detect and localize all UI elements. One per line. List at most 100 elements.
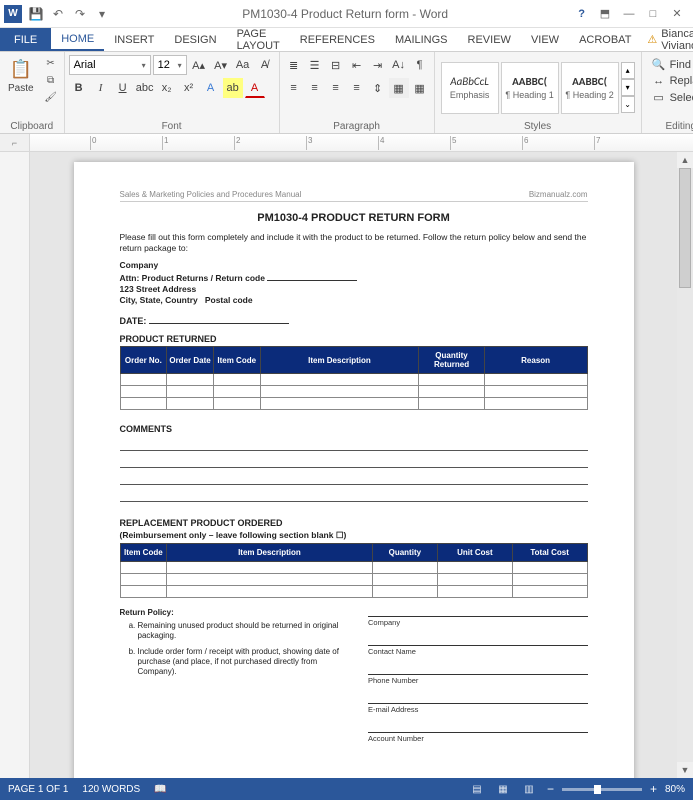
horizontal-ruler[interactable]: 01234567 xyxy=(30,134,693,151)
change-case-icon[interactable]: Aa xyxy=(233,55,253,75)
group-clipboard: 📋 Paste ✂ ⧉ 🖌 Clipboard xyxy=(0,52,65,133)
paste-button[interactable]: 📋 Paste xyxy=(4,55,38,96)
style-box[interactable]: AABBC(¶ Heading 2 xyxy=(561,62,619,114)
numbering-icon[interactable]: ☰ xyxy=(305,55,325,75)
scroll-thumb[interactable] xyxy=(679,168,691,288)
zoom-level[interactable]: 80% xyxy=(665,784,685,795)
page-scroll-area[interactable]: Sales & Marketing Policies and Procedure… xyxy=(30,152,677,778)
redo-icon[interactable]: ↷ xyxy=(70,4,90,24)
minimize-icon[interactable]: — xyxy=(617,4,641,24)
user-area[interactable]: ⚠ Bianca Viviano 👤 xyxy=(641,28,693,51)
superscript-button[interactable]: x² xyxy=(179,78,199,98)
restore-icon[interactable]: □ xyxy=(641,4,665,24)
format-painter-icon[interactable]: 🖌 xyxy=(42,89,60,105)
web-layout-icon[interactable]: ▥ xyxy=(519,781,539,797)
style-box[interactable]: AABBC(¶ Heading 1 xyxy=(501,62,559,114)
save-icon[interactable]: 💾 xyxy=(26,4,46,24)
status-page[interactable]: PAGE 1 OF 1 xyxy=(8,784,68,795)
undo-icon[interactable]: ↶ xyxy=(48,4,68,24)
zoom-slider-knob[interactable] xyxy=(594,785,601,794)
align-center-icon[interactable]: ≡ xyxy=(305,78,325,98)
tab-mailings[interactable]: MAILINGS xyxy=(385,28,458,51)
tab-home[interactable]: HOME xyxy=(51,28,104,51)
cut-icon[interactable]: ✂ xyxy=(42,55,60,71)
tab-file[interactable]: FILE xyxy=(0,28,51,51)
read-mode-icon[interactable]: ▤ xyxy=(467,781,487,797)
align-left-icon[interactable]: ≡ xyxy=(284,78,304,98)
tab-references[interactable]: REFERENCES xyxy=(290,28,385,51)
help-icon[interactable]: ? xyxy=(578,8,585,20)
group-label-styles: Styles xyxy=(439,120,637,132)
tab-view[interactable]: VIEW xyxy=(521,28,569,51)
proofing-icon[interactable]: 📖 xyxy=(154,784,166,795)
multilevel-list-icon[interactable]: ⊟ xyxy=(326,55,346,75)
doc-header-left: Sales & Marketing Policies and Procedure… xyxy=(120,190,302,199)
justify-icon[interactable]: ≡ xyxy=(347,78,367,98)
addr-street: 123 Street Address xyxy=(120,284,197,294)
strikethrough-button[interactable]: abc xyxy=(135,78,155,98)
scroll-up-icon[interactable]: ▲ xyxy=(677,152,693,168)
qat-customize-icon[interactable]: ▾ xyxy=(92,4,112,24)
font-size-value: 12 xyxy=(158,59,170,71)
replace-icon: ↔ xyxy=(652,75,666,87)
ruler-corner[interactable]: ⌐ xyxy=(0,134,30,151)
zoom-out-button[interactable]: − xyxy=(545,782,556,796)
group-label-font: Font xyxy=(69,120,275,132)
font-size-combo[interactable]: 12 ▾ xyxy=(153,55,187,75)
highlight-icon[interactable]: ab xyxy=(223,78,243,98)
bold-button[interactable]: B xyxy=(69,78,89,98)
line-spacing-icon[interactable]: ⇕ xyxy=(368,78,388,98)
chevron-down-icon: ▾ xyxy=(178,61,182,70)
doc-header: Sales & Marketing Policies and Procedure… xyxy=(120,190,588,202)
scroll-down-icon[interactable]: ▼ xyxy=(677,762,693,778)
tab-review[interactable]: REVIEW xyxy=(458,28,521,51)
warning-icon: ⚠ xyxy=(647,33,657,46)
table-replacement: Item CodeItem DescriptionQuantityUnit Co… xyxy=(120,543,588,598)
align-right-icon[interactable]: ≡ xyxy=(326,78,346,98)
font-color-icon[interactable]: A xyxy=(245,78,265,98)
ribbon-display-icon[interactable]: ⬒ xyxy=(593,4,617,24)
decrease-indent-icon[interactable]: ⇤ xyxy=(347,55,367,75)
clear-formatting-icon[interactable]: A̸ xyxy=(255,55,275,75)
borders-icon[interactable]: ▦ xyxy=(410,78,430,98)
document-page[interactable]: Sales & Marketing Policies and Procedure… xyxy=(74,162,634,778)
underline-button[interactable]: U xyxy=(113,78,133,98)
status-words[interactable]: 120 WORDS xyxy=(82,784,140,795)
ribbon: 📋 Paste ✂ ⧉ 🖌 Clipboard Arial▾ 12▾ A▴ A▾… xyxy=(0,52,693,134)
tab-acrobat[interactable]: ACROBAT xyxy=(569,28,641,51)
tab-page-layout[interactable]: PAGE LAYOUT xyxy=(227,28,290,51)
zoom-in-button[interactable]: + xyxy=(648,782,659,796)
tab-insert[interactable]: INSERT xyxy=(104,28,164,51)
copy-icon[interactable]: ⧉ xyxy=(42,72,60,88)
title-bar: W 💾 ↶ ↷ ▾ PM1030-4 Product Return form -… xyxy=(0,0,693,28)
tab-design[interactable]: DESIGN xyxy=(164,28,226,51)
increase-indent-icon[interactable]: ⇥ xyxy=(368,55,388,75)
print-layout-icon[interactable]: ▦ xyxy=(493,781,513,797)
section-product-returned: PRODUCT RETURNED xyxy=(120,334,588,344)
close-icon[interactable]: ✕ xyxy=(665,4,689,24)
sort-icon[interactable]: A↓ xyxy=(389,55,409,75)
shrink-font-icon[interactable]: A▾ xyxy=(211,55,231,75)
scroll-track[interactable] xyxy=(677,168,693,762)
style-box[interactable]: AaBbCcLEmphasis xyxy=(441,62,499,114)
zoom-slider[interactable] xyxy=(562,788,642,791)
replace-button[interactable]: ↔Replace xyxy=(648,74,693,88)
show-marks-icon[interactable]: ¶ xyxy=(410,55,430,75)
styles-scroll-down-icon[interactable]: ▾ xyxy=(621,79,635,96)
grow-font-icon[interactable]: A▴ xyxy=(189,55,209,75)
date-blank xyxy=(149,314,289,324)
find-button[interactable]: 🔍Find ▾ xyxy=(648,57,693,72)
bullets-icon[interactable]: ≣ xyxy=(284,55,304,75)
select-button[interactable]: ▭Select ▾ xyxy=(648,90,693,105)
table-product-returned: Order No.Order DateItem CodeItem Descrip… xyxy=(120,346,588,410)
vertical-ruler[interactable] xyxy=(0,152,30,778)
font-name-combo[interactable]: Arial▾ xyxy=(69,55,151,75)
vertical-scrollbar[interactable]: ▲ ▼ xyxy=(677,152,693,778)
text-effects-icon[interactable]: A xyxy=(201,78,221,98)
styles-more-icon[interactable]: ⌄ xyxy=(621,96,635,113)
subscript-button[interactable]: x₂ xyxy=(157,78,177,98)
addr-company: Company xyxy=(120,260,159,270)
italic-button[interactable]: I xyxy=(91,78,111,98)
styles-scroll-up-icon[interactable]: ▴ xyxy=(621,62,635,79)
shading-icon[interactable]: ▦ xyxy=(389,78,409,98)
